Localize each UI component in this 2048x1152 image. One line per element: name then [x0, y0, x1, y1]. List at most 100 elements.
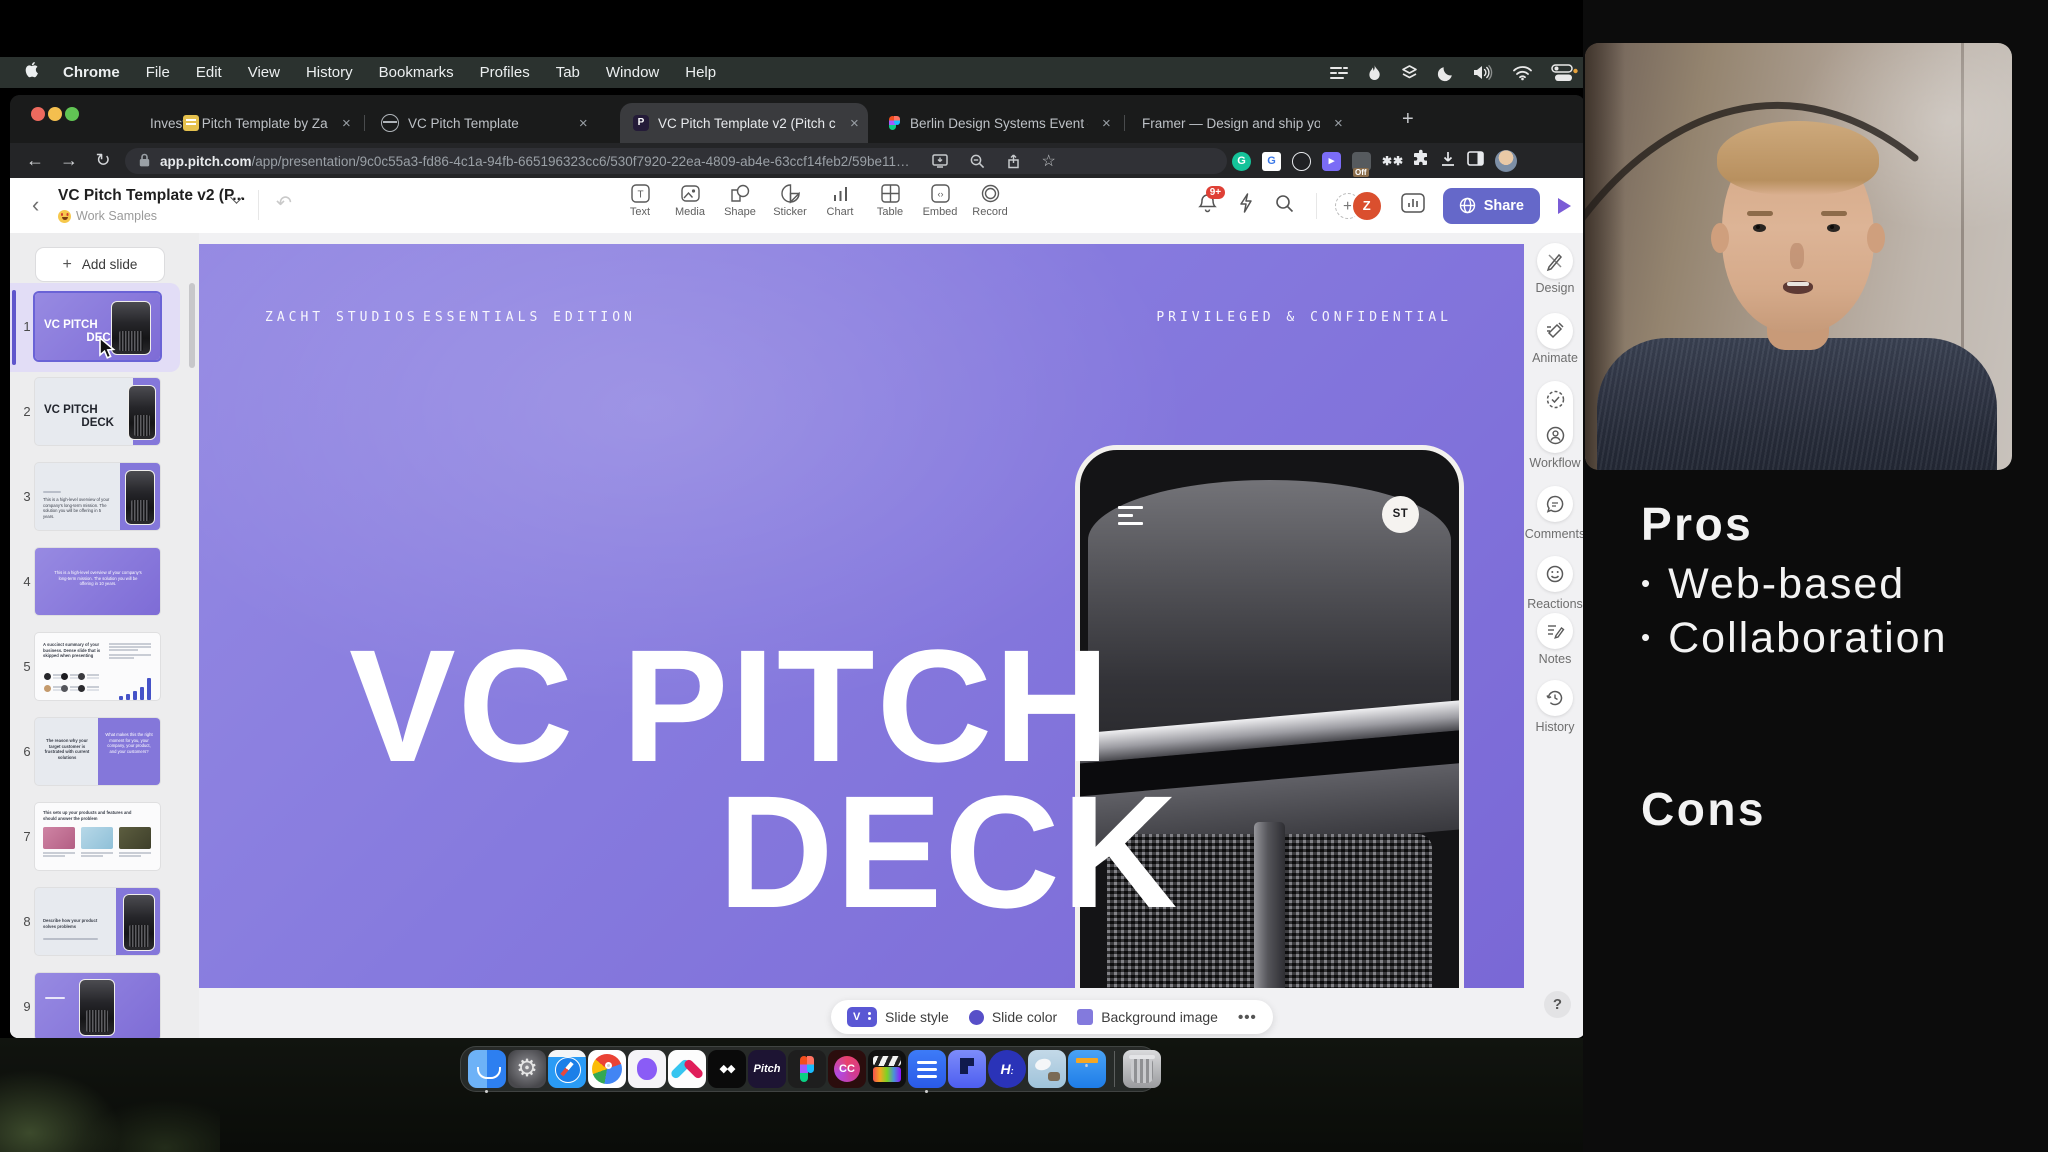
back-chevron-icon[interactable]: ‹ [32, 192, 39, 218]
menu-view[interactable]: View [235, 64, 293, 81]
list-lines-icon[interactable] [1330, 66, 1348, 80]
tab-investor-pitch[interactable]: Investor Pitch Template by Zac × [112, 103, 360, 143]
dock-tidal[interactable]: ◆◆ [708, 1050, 746, 1088]
close-icon[interactable]: × [1098, 115, 1115, 132]
dock-figma[interactable] [788, 1050, 826, 1088]
search-icon[interactable] [1275, 194, 1294, 218]
back-icon[interactable]: ← [18, 150, 52, 171]
forward-icon[interactable]: → [52, 150, 86, 171]
sidebar-scrollbar[interactable] [189, 283, 195, 368]
tool-table[interactable]: Table [865, 184, 915, 218]
tool-embed[interactable]: ‹› Embed [915, 184, 965, 218]
layers-icon[interactable] [1401, 65, 1418, 81]
design-button[interactable] [1537, 243, 1573, 279]
zoom-out-icon[interactable] [970, 154, 985, 169]
downloads-icon[interactable] [1440, 151, 1456, 172]
close-window-button[interactable] [31, 107, 45, 121]
install-icon[interactable] [932, 154, 948, 168]
slide-thumbnail-6[interactable]: The reason why your target customer is f… [35, 718, 160, 785]
close-icon[interactable]: × [575, 115, 592, 132]
menu-help[interactable]: Help [672, 64, 729, 81]
wifi-icon[interactable] [1513, 66, 1532, 80]
more-options-icon[interactable]: ••• [1238, 1009, 1257, 1026]
eyebrow-confidential[interactable]: PRIVILEGED & CONFIDENTIAL [1156, 310, 1452, 325]
tab-vc-pitch-template[interactable]: VC Pitch Template × [368, 103, 616, 143]
slide-thumbnail-8[interactable]: Describe how your product solves problem… [35, 888, 160, 955]
moon-icon[interactable] [1438, 65, 1454, 81]
grammarly-icon[interactable]: G [1232, 152, 1251, 171]
slide-thumbnail-5[interactable]: A succinct summary of your business. Den… [35, 633, 160, 700]
flame-icon[interactable] [1368, 65, 1381, 81]
slide-thumbnail-2[interactable]: VC PITCHDECK [35, 378, 160, 445]
reactions-button[interactable] [1537, 556, 1573, 592]
eyebrow-edition[interactable]: ESSENTIALS EDITION [423, 310, 636, 325]
user-avatar[interactable]: Z [1351, 190, 1383, 222]
slide-thumbnail-9[interactable] [35, 973, 160, 1038]
dock-craft[interactable] [908, 1050, 946, 1088]
help-button[interactable]: ? [1544, 991, 1571, 1018]
menu-file[interactable]: File [133, 64, 183, 81]
dock-keynote[interactable] [1068, 1050, 1106, 1088]
dock-framer[interactable] [948, 1050, 986, 1088]
off-extension-icon[interactable]: Off [1352, 152, 1371, 171]
notifications-bell-icon[interactable]: 9+ [1198, 193, 1217, 218]
side-panel-icon[interactable] [1467, 151, 1484, 171]
menu-bookmarks[interactable]: Bookmarks [366, 64, 467, 81]
dock-raycast[interactable] [628, 1050, 666, 1088]
tool-media[interactable]: Media [665, 184, 715, 218]
close-icon[interactable]: × [1330, 115, 1347, 132]
minimize-window-button[interactable] [48, 107, 62, 121]
notes-button[interactable] [1537, 613, 1573, 649]
slide-title-line2[interactable]: DECK [718, 772, 1179, 932]
undo-icon[interactable]: ↶ [276, 192, 292, 215]
slide-thumbnail-3[interactable]: This is a high-level overview of your co… [35, 463, 160, 530]
dock-finder[interactable] [468, 1050, 506, 1088]
slide-color-chip[interactable]: Slide color [969, 1009, 1057, 1025]
reload-icon[interactable]: ↻ [86, 150, 120, 171]
tool-chart[interactable]: Chart [815, 184, 865, 218]
dock-trash[interactable] [1123, 1050, 1161, 1088]
dock-chrome[interactable] [588, 1050, 626, 1088]
tab-berlin-design-systems[interactable]: Berlin Design Systems Event – × [872, 103, 1120, 143]
slide-style-chip[interactable]: V Slide style [847, 1007, 949, 1027]
share-button[interactable]: Share [1443, 188, 1540, 224]
comments-button[interactable] [1537, 486, 1573, 522]
menu-tab[interactable]: Tab [543, 64, 593, 81]
slide-thumbnail-4[interactable]: This is a high-level overview of your co… [35, 548, 160, 615]
purple-extension-icon[interactable]: ▸ [1322, 152, 1341, 171]
password-extension-icon[interactable]: ✱✱ [1382, 152, 1401, 171]
animate-button[interactable] [1537, 313, 1573, 349]
tool-text[interactable]: T Text [615, 184, 665, 218]
dock-hi-app[interactable]: H: [988, 1050, 1026, 1088]
dock-slack[interactable] [668, 1050, 706, 1088]
present-play-icon[interactable] [1558, 198, 1571, 214]
menu-history[interactable]: History [293, 64, 366, 81]
hamburger-menu-icon[interactable] [1118, 506, 1143, 530]
workflow-button[interactable] [1537, 381, 1573, 453]
puzzle-extensions-icon[interactable] [1412, 150, 1429, 172]
dock-system-settings[interactable]: ⚙ [508, 1050, 546, 1088]
tool-sticker[interactable]: Sticker [765, 184, 815, 218]
slide-canvas[interactable]: ZACHT STUDIOS ESSENTIALS EDITION PRIVILE… [199, 244, 1524, 988]
slide-thumbnail-7[interactable]: This sets up your products and features … [35, 803, 160, 870]
dock-pitch[interactable]: Pitch [748, 1050, 786, 1088]
menu-window[interactable]: Window [593, 64, 672, 81]
st-badge[interactable]: ST [1382, 496, 1419, 533]
tool-record[interactable]: Record [965, 184, 1015, 218]
tool-shape[interactable]: Shape [715, 184, 765, 218]
bookmark-star-icon[interactable]: ☆ [1042, 151, 1056, 171]
menu-edit[interactable]: Edit [183, 64, 235, 81]
volume-icon[interactable] [1474, 65, 1493, 80]
eyebrow-studio[interactable]: ZACHT STUDIOS [265, 310, 419, 325]
close-icon[interactable]: × [846, 115, 863, 132]
dock-adobe-cc[interactable] [828, 1050, 866, 1088]
tab-vc-pitch-template-v2[interactable]: P VC Pitch Template v2 (Pitch co × [620, 103, 868, 143]
menu-chrome[interactable]: Chrome [50, 64, 133, 81]
quick-actions-icon[interactable] [1239, 193, 1253, 218]
analytics-icon[interactable] [1401, 193, 1425, 218]
share-icon[interactable] [1007, 154, 1020, 169]
control-center-icon[interactable] [1552, 65, 1578, 81]
history-button[interactable] [1537, 680, 1573, 716]
zoom-window-button[interactable] [65, 107, 79, 121]
presentation-title[interactable]: VC Pitch Template v2 (P... [58, 187, 245, 205]
